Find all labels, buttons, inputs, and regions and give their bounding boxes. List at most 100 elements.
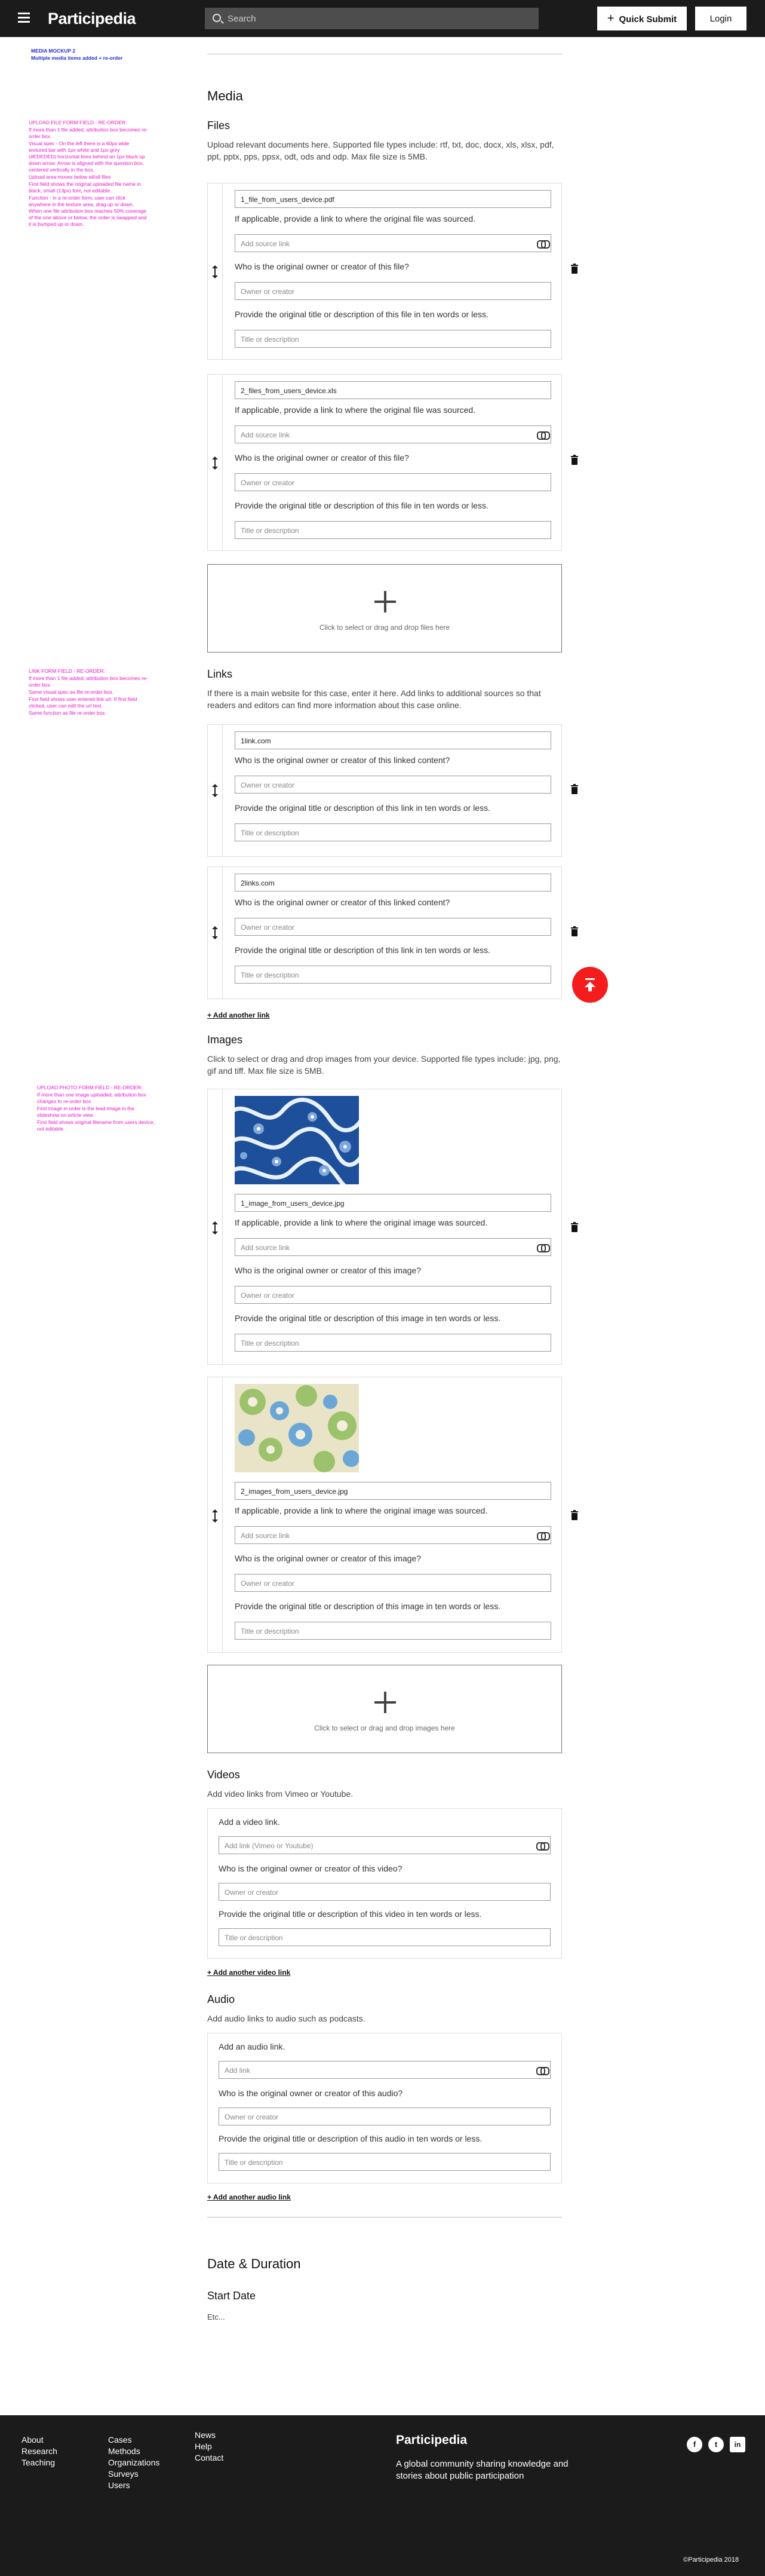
footer-link-contact[interactable]: Contact xyxy=(195,2452,223,2464)
title-input[interactable]: Title or description xyxy=(235,823,551,841)
image-thumbnail xyxy=(235,1384,359,1472)
footer-link-users[interactable]: Users xyxy=(108,2480,159,2491)
audio-link-input[interactable]: Add link xyxy=(219,2061,551,2079)
image-reorder-card[interactable]: 2_images_from_users_device.jpg If applic… xyxy=(207,1377,562,1653)
annotation-line: UPLOAD FILE FORM FIELD - RE-ORDER: xyxy=(29,120,127,125)
link-icon xyxy=(536,1842,549,1851)
drag-updown-icon[interactable] xyxy=(212,784,218,797)
owner-input[interactable]: Owner or creator xyxy=(235,1286,551,1304)
footer-link-cases[interactable]: Cases xyxy=(108,2434,159,2446)
owner-input[interactable]: Owner or creator xyxy=(235,1574,551,1592)
link-icon xyxy=(537,240,550,249)
owner-input[interactable]: Owner or creator xyxy=(219,1883,551,1901)
files-annotation: UPLOAD FILE FORM FIELD - RE-ORDER: If mo… xyxy=(29,120,148,228)
footer-link-research[interactable]: Research xyxy=(21,2446,57,2457)
link-reorder-card[interactable]: 1link.com Who is the original owner or c… xyxy=(207,724,562,857)
date-duration-title: Date & Duration xyxy=(207,2256,301,2271)
scroll-to-top-button[interactable] xyxy=(572,967,608,1003)
title-input[interactable]: Title or description xyxy=(235,521,551,539)
title-question: Provide the original title or descriptio… xyxy=(235,1601,501,1611)
title-input[interactable]: Title or description xyxy=(219,2153,551,2171)
hamburger-menu-icon[interactable] xyxy=(18,13,30,23)
footer-link-news[interactable]: News xyxy=(195,2430,223,2441)
title-question: Provide the original title or descriptio… xyxy=(235,803,490,813)
search-input[interactable]: Search xyxy=(205,8,539,29)
drag-updown-icon[interactable] xyxy=(212,1221,218,1235)
trash-icon[interactable] xyxy=(571,926,578,936)
media-title: Media xyxy=(207,88,243,103)
owner-input[interactable]: Owner or creator xyxy=(235,282,551,300)
video-link-input[interactable]: Add link (Vimeo or Youtube) xyxy=(219,1836,551,1854)
source-link-input[interactable]: Add source link xyxy=(235,234,551,252)
drag-updown-icon[interactable] xyxy=(212,926,218,939)
add-another-link[interactable]: + Add another link xyxy=(207,1011,270,1019)
quick-submit-label: Quick Submit xyxy=(619,14,677,24)
owner-question: Who is the original owner or creator of … xyxy=(235,898,450,907)
drag-updown-icon[interactable] xyxy=(212,1509,218,1523)
source-link-input[interactable]: Add source link xyxy=(235,1526,551,1544)
image-dropzone[interactable]: Click to select or drag and drop images … xyxy=(207,1665,562,1753)
annotation-line: LINK FORM FIELD - RE-ORDER: xyxy=(29,668,105,674)
footer-link-methods[interactable]: Methods xyxy=(108,2446,159,2457)
login-button[interactable]: Login xyxy=(695,7,746,30)
title-input[interactable]: Title or description xyxy=(235,966,551,984)
add-another-audio-link[interactable]: + Add another audio link xyxy=(207,2193,291,2201)
links-heading: Links xyxy=(207,668,233,680)
file-reorder-card[interactable]: 1_file_from_users_device.pdf If applicab… xyxy=(207,183,562,360)
videos-heading: Videos xyxy=(207,1769,240,1781)
title-input[interactable]: Title or description xyxy=(235,330,551,348)
filename-field: 2_images_from_users_device.jpg xyxy=(235,1482,551,1500)
owner-question: Who is the original owner or creator of … xyxy=(235,1554,422,1563)
source-link-input[interactable]: Add source link xyxy=(235,1238,551,1256)
trash-icon[interactable] xyxy=(571,784,578,794)
title-input[interactable]: Title or description xyxy=(235,1622,551,1640)
title-input[interactable]: Title or description xyxy=(219,1928,551,1946)
drag-updown-icon[interactable] xyxy=(212,457,218,470)
file-reorder-card[interactable]: 2_files_from_users_device.xls If applica… xyxy=(207,374,562,551)
source-question: If applicable, provide a link to where t… xyxy=(235,1506,488,1515)
source-link-input[interactable]: Add source link xyxy=(235,425,551,443)
linkedin-icon[interactable]: in xyxy=(730,2437,745,2452)
footer-link-help[interactable]: Help xyxy=(195,2441,223,2452)
site-logo[interactable]: Participedia xyxy=(48,10,136,28)
audio-link-label: Add an audio link. xyxy=(219,2042,285,2051)
title-question: Provide the original title or descriptio… xyxy=(235,945,490,955)
quick-submit-button[interactable]: + Quick Submit xyxy=(597,7,687,30)
add-another-video-link[interactable]: + Add another video link xyxy=(207,1968,290,1977)
facebook-icon[interactable]: f xyxy=(687,2437,702,2452)
footer-link-organizations[interactable]: Organizations xyxy=(108,2457,159,2468)
title-question: Provide the original title or descriptio… xyxy=(219,1909,482,1919)
source-question: If applicable, provide a link to where t… xyxy=(235,405,476,415)
drag-updown-icon[interactable] xyxy=(212,265,218,278)
mockup-subtitle: Multiple media items added + re-order xyxy=(31,55,123,61)
annotation-line: First field shows original filename from… xyxy=(37,1119,155,1132)
footer-link-about[interactable]: About xyxy=(21,2434,57,2446)
blue-pattern-image xyxy=(235,1096,359,1184)
annotation-line: First field shows the original uploaded … xyxy=(29,181,142,194)
footer-logo: Participedia xyxy=(396,2433,468,2447)
trash-icon[interactable] xyxy=(571,1510,578,1520)
footer-link-surveys[interactable]: Surveys xyxy=(108,2468,159,2480)
trash-icon[interactable] xyxy=(571,264,578,274)
owner-input[interactable]: Owner or creator xyxy=(219,2108,551,2125)
plus-icon xyxy=(374,1692,396,1713)
link-reorder-card[interactable]: 2links.com Who is the original owner or … xyxy=(207,866,562,999)
trash-icon[interactable] xyxy=(571,1222,578,1232)
title-input[interactable]: Title or description xyxy=(235,1334,551,1352)
owner-input[interactable]: Owner or creator xyxy=(235,776,551,794)
link-url-field[interactable]: 2links.com xyxy=(235,874,551,892)
annotation-line: Same function as file re-order box. xyxy=(29,710,106,716)
owner-question: Who is the original owner or creator of … xyxy=(235,453,409,462)
image-reorder-card[interactable]: 1_image_from_users_device.jpg If applica… xyxy=(207,1089,562,1365)
trash-icon[interactable] xyxy=(571,455,578,465)
footer-link-teaching[interactable]: Teaching xyxy=(21,2457,57,2468)
owner-input[interactable]: Owner or creator xyxy=(235,918,551,936)
link-url-field[interactable]: 1link.com xyxy=(235,731,551,749)
plus-icon: + xyxy=(607,11,615,25)
etc-text: Etc... xyxy=(207,2312,225,2321)
annotation-line: First image in order is the lead image i… xyxy=(37,1105,134,1118)
twitter-icon[interactable]: t xyxy=(708,2437,724,2452)
title-question: Provide the original title or descriptio… xyxy=(219,2134,483,2143)
file-dropzone[interactable]: Click to select or drag and drop files h… xyxy=(207,564,562,653)
owner-input[interactable]: Owner or creator xyxy=(235,473,551,491)
